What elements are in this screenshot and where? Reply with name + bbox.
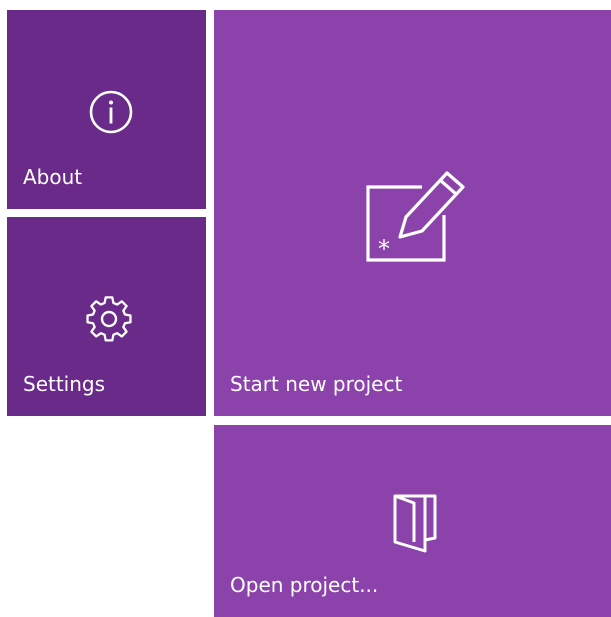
- open-folder-door-icon: [393, 494, 437, 553]
- settings-tile[interactable]: Settings: [7, 217, 206, 416]
- start-new-project-label: Start new project: [230, 372, 403, 396]
- open-project-tile[interactable]: Open project...: [214, 425, 611, 617]
- new-project-edit-icon: *: [366, 171, 465, 263]
- settings-label: Settings: [23, 372, 106, 396]
- info-icon: [89, 90, 133, 134]
- about-label: About: [23, 165, 83, 189]
- start-screen: About Settings * Start new project Open …: [0, 0, 611, 617]
- open-project-label: Open project...: [230, 573, 379, 597]
- svg-text:*: *: [378, 235, 390, 263]
- gear-icon: [86, 296, 132, 342]
- start-new-project-tile[interactable]: * Start new project: [214, 10, 611, 416]
- about-tile[interactable]: About: [7, 10, 206, 209]
